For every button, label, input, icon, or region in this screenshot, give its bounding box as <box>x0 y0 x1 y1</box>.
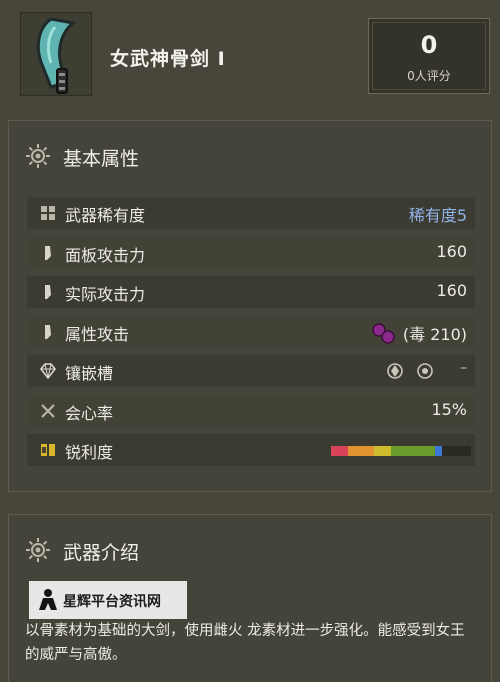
rarity-value: 稀有度5 <box>408 206 467 225</box>
rating-count-label: 0人评分 <box>407 69 451 83</box>
blade-icon <box>45 285 51 299</box>
true-attack-label: 实际攻击力 <box>65 285 146 304</box>
slot-icons: – <box>371 360 467 381</box>
gear-emblem-icon <box>26 144 50 168</box>
section-title-basic: 基本属性 <box>63 148 140 170</box>
weapon-name: 女武神骨剑 I <box>110 48 226 70</box>
slot-empty-value: – <box>460 360 467 376</box>
sharpness-segment <box>331 446 348 456</box>
rating-box[interactable]: 0 0人评分 <box>368 18 490 94</box>
slots-label: 镶嵌槽 <box>65 364 114 383</box>
attribute-row-rarity: 武器稀有度 稀有度5 <box>27 197 475 229</box>
section-title-intro: 武器介绍 <box>63 542 140 564</box>
crossed-swords-icon <box>41 403 55 418</box>
grid-icon <box>41 206 55 220</box>
sharpness-segment <box>374 446 392 456</box>
sharpness-segment <box>347 446 375 456</box>
attribute-list: 武器稀有度 稀有度5 面板攻击力 160 实际攻击力 160 属性攻击 (毒 2… <box>27 197 475 474</box>
display-attack-value: 160 <box>436 241 467 261</box>
watermark: 星辉平台资讯网 <box>29 581 187 619</box>
element-value: (毒 210) <box>402 324 467 344</box>
affinity-value: 15% <box>431 399 467 419</box>
sharpness-segment <box>434 446 442 456</box>
weapon-intro-panel: 武器介绍 以骨素材为基础的大剑，使用雌火 龙素材进一步强化。能感受到女王 的威严… <box>8 514 492 682</box>
poison-icon <box>372 322 395 344</box>
sharpness-segment <box>441 446 471 456</box>
attribute-row-element: 属性攻击 (毒 210) <box>27 315 475 348</box>
true-attack-value: 160 <box>436 281 467 300</box>
display-attack-label: 面板攻击力 <box>65 245 146 265</box>
attribute-row-affinity: 会心率 15% <box>27 394 475 427</box>
rarity-label: 武器稀有度 <box>65 206 146 225</box>
attribute-row-display-attack: 面板攻击力 160 <box>27 236 475 269</box>
weapon-header: 女武神骨剑 I 0 0人评分 <box>0 0 500 108</box>
sharpness-segment <box>391 446 435 456</box>
blade-icon <box>45 245 51 260</box>
basic-attributes-panel: 基本属性 武器稀有度 稀有度5 面板攻击力 160 实际攻击力 160 属性攻击… <box>8 120 492 492</box>
attribute-row-slots: 镶嵌槽 – <box>27 355 475 387</box>
great-sword-icon <box>20 12 92 96</box>
intro-description: 以骨素材为基础的大剑，使用雌火 龙素材进一步强化。能感受到女王 的威严与高傲。 <box>25 623 465 663</box>
gear-emblem-icon <box>26 538 50 562</box>
whetstone-icon <box>41 444 55 456</box>
affinity-label: 会心率 <box>65 403 114 423</box>
element-label: 属性攻击 <box>65 324 130 344</box>
watermark-logo-icon <box>39 589 57 610</box>
decoration-slot-icon <box>387 363 403 379</box>
rating-value: 0 <box>420 31 438 59</box>
gem-icon <box>39 363 57 380</box>
attribute-row-true-attack: 实际攻击力 160 <box>27 276 475 308</box>
blade-icon <box>45 324 51 339</box>
sharpness-bar <box>331 446 471 456</box>
attribute-row-sharpness: 锐利度 <box>27 434 475 466</box>
sharpness-label: 锐利度 <box>65 443 114 462</box>
decoration-slot-icon <box>417 363 433 379</box>
watermark-text: 星辉平台资讯网 <box>63 594 161 610</box>
